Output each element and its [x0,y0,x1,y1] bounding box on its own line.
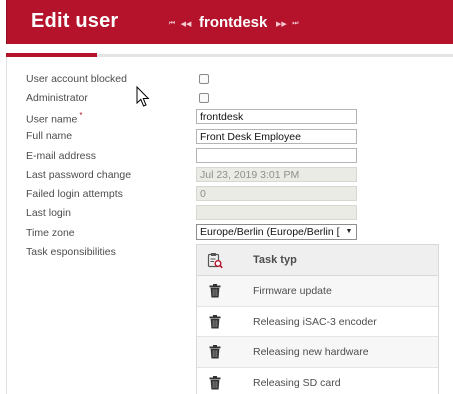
email-label: E-mail address [26,150,97,162]
last-password-change-field: Jul 23, 2019 3:01 PM [196,167,357,182]
task-rows: Firmware update Releasing iSAC-3 encoder R… [197,276,438,394]
first-record-icon[interactable]: ⏮ [165,17,179,31]
timezone-label: Time zone [26,227,75,239]
previous-record-icon[interactable]: ◀◀ [179,17,193,31]
timezone-selected-value: Europe/Berlin (Europe/Berlin [ [200,226,340,238]
mouse-cursor-icon [136,86,150,107]
username-label-text: User name [26,113,78,126]
trash-icon[interactable] [209,345,221,359]
task-table-header: Task typ [197,245,438,276]
timezone-select[interactable]: Europe/Berlin (Europe/Berlin [ ▼ [196,224,357,240]
task-type-column-header[interactable]: Task typ [253,254,297,266]
trash-icon[interactable] [209,375,221,390]
email-input[interactable] [196,148,357,163]
task-row: Releasing new hardware [197,337,438,368]
required-mark: * [79,111,83,120]
dropdown-arrow-icon[interactable]: ▼ [344,227,354,237]
last-login-field [196,205,357,220]
administrator-label: Administrator [26,92,88,104]
active-tab-indicator[interactable] [6,53,97,57]
failed-login-attempts-label: Failed login attempts [26,188,123,200]
username-label: User name * [26,111,82,126]
task-name: Releasing iSAC-3 encoder [253,315,377,328]
last-login-label: Last login [26,207,71,219]
task-table: Task typ Firmware update Releasing iSAC-3… [196,244,439,394]
administrator-checkbox[interactable] [199,93,209,103]
trash-icon[interactable] [209,314,221,329]
task-name: Releasing SD card [253,376,341,389]
failed-login-attempts-field: 0 [196,186,357,201]
last-record-icon[interactable]: ⏭ [288,17,302,31]
left-border [6,57,7,394]
task-name: Firmware update [253,285,332,297]
record-navigation: ⏮ ◀◀ frontdesk ▶▶ ⏭ [165,14,302,32]
task-row: Releasing iSAC-3 encoder [197,306,438,337]
blocked-checkbox[interactable] [199,74,209,84]
page-title: Edit user [31,10,119,32]
page-header: Edit user ⏮ ◀◀ frontdesk ▶▶ ⏭ [6,0,453,44]
task-list-search-icon[interactable] [207,252,223,269]
task-row: Releasing SD card [197,367,438,394]
fullname-input[interactable]: Front Desk Employee [196,129,357,144]
task-name: Releasing new hardware [253,346,369,358]
fullname-label: Full name [26,130,73,142]
blocked-label: User account blocked [26,73,127,85]
next-record-icon[interactable]: ▶▶ [274,17,288,31]
current-user-name: frontdesk [199,14,268,31]
trash-icon[interactable] [209,284,221,298]
task-responsibilities-label: Task esponsibilities [26,246,116,258]
username-input[interactable]: frontdesk [196,109,357,124]
task-row: Firmware update [197,276,438,307]
last-password-change-label: Last password change [26,169,132,181]
